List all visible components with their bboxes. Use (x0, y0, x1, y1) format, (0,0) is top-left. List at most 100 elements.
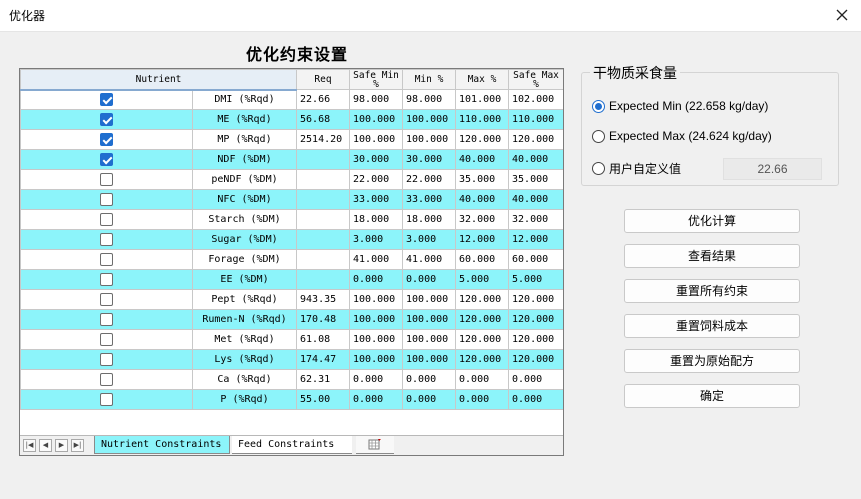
row-checkbox-cell[interactable] (20, 329, 193, 350)
nutrient-name-cell[interactable]: Rumen-N (%Rqd) (191, 309, 298, 330)
reset-constraints-button[interactable]: 重置所有约束 (624, 279, 800, 303)
req-cell[interactable]: 943.35 (296, 289, 351, 310)
min-cell[interactable]: 0.000 (402, 369, 457, 390)
nutrient-name-cell[interactable]: Forage (%DM) (191, 249, 298, 270)
nutrient-name-cell[interactable]: Lys (%Rqd) (191, 349, 298, 370)
optimize-button[interactable]: 优化计算 (624, 209, 800, 233)
safe-min-cell[interactable]: 100.000 (349, 109, 404, 130)
row-checkbox-cell[interactable] (20, 109, 193, 130)
row-checkbox[interactable] (100, 213, 113, 226)
max-cell[interactable]: 40.000 (455, 149, 510, 170)
max-cell[interactable]: 120.000 (455, 129, 510, 150)
row-checkbox[interactable] (100, 133, 113, 146)
max-cell[interactable]: 35.000 (455, 169, 510, 190)
safe-max-cell[interactable]: 120.000 (508, 289, 563, 310)
max-cell[interactable]: 120.000 (455, 329, 510, 350)
safe-max-cell[interactable]: 35.000 (508, 169, 563, 190)
safe-max-cell[interactable]: 40.000 (508, 189, 563, 210)
column-header-max[interactable]: Max % (455, 69, 510, 90)
safe-max-cell[interactable]: 0.000 (508, 369, 563, 390)
reset-original-button[interactable]: 重置为原始配方 (624, 349, 800, 373)
nutrient-name-cell[interactable]: P (%Rqd) (191, 389, 298, 410)
safe-min-cell[interactable]: 3.000 (349, 229, 404, 250)
safe-min-cell[interactable]: 41.000 (349, 249, 404, 270)
safe-max-cell[interactable]: 0.000 (508, 389, 563, 410)
req-cell[interactable]: 56.68 (296, 109, 351, 130)
safe-min-cell[interactable]: 100.000 (349, 329, 404, 350)
max-cell[interactable]: 5.000 (455, 269, 510, 290)
safe-min-cell[interactable]: 100.000 (349, 349, 404, 370)
table-row[interactable]: EE (%DM) 0.000 0.000 5.000 5.000 (20, 269, 563, 290)
nutrient-name-cell[interactable]: ME (%Rqd) (191, 109, 298, 130)
safe-max-cell[interactable]: 32.000 (508, 209, 563, 230)
req-cell[interactable]: 61.08 (296, 329, 351, 350)
add-sheet-tab[interactable] (356, 436, 394, 454)
nutrient-name-cell[interactable]: Met (%Rqd) (191, 329, 298, 350)
req-cell[interactable]: 174.47 (296, 349, 351, 370)
safe-max-cell[interactable]: 5.000 (508, 269, 563, 290)
safe-min-cell[interactable]: 18.000 (349, 209, 404, 230)
nutrient-name-cell[interactable]: Ca (%Rqd) (191, 369, 298, 390)
prev-sheet-icon[interactable]: ◀ (39, 439, 52, 452)
row-checkbox-cell[interactable] (20, 369, 193, 390)
min-cell[interactable]: 98.000 (402, 89, 457, 110)
safe-min-cell[interactable]: 0.000 (349, 269, 404, 290)
radio-expected-max[interactable]: Expected Max (24.624 kg/day) (592, 127, 772, 145)
row-checkbox[interactable] (100, 333, 113, 346)
row-checkbox[interactable] (100, 153, 113, 166)
row-checkbox-cell[interactable] (20, 209, 193, 230)
tab-feed-constraints[interactable]: Feed Constraints (232, 436, 352, 454)
ok-button[interactable]: 确定 (624, 384, 800, 408)
safe-max-cell[interactable]: 102.000 (508, 89, 563, 110)
min-cell[interactable]: 3.000 (402, 229, 457, 250)
tab-nutrient-constraints[interactable]: Nutrient Constraints (94, 436, 230, 454)
safe-min-cell[interactable]: 100.000 (349, 289, 404, 310)
nutrient-name-cell[interactable]: DMI (%Rqd) (191, 89, 298, 110)
min-cell[interactable]: 100.000 (402, 309, 457, 330)
req-cell[interactable] (296, 149, 351, 170)
row-checkbox-cell[interactable] (20, 89, 193, 110)
req-cell[interactable] (296, 229, 351, 250)
nutrient-constraints-grid[interactable]: Nutrient Req Safe Min % Min % Max % Safe… (19, 68, 564, 456)
safe-min-cell[interactable]: 0.000 (349, 389, 404, 410)
req-cell[interactable]: 55.00 (296, 389, 351, 410)
table-row[interactable]: NFC (%DM) 33.000 33.000 40.000 40.000 (20, 189, 563, 210)
last-sheet-icon[interactable]: ▶| (71, 439, 84, 452)
safe-max-cell[interactable]: 110.000 (508, 109, 563, 130)
table-row[interactable]: ME (%Rqd) 56.68 100.000 100.000 110.000 110.0… (20, 109, 563, 130)
row-checkbox-cell[interactable] (20, 229, 193, 250)
row-checkbox-cell[interactable] (20, 289, 193, 310)
req-cell[interactable] (296, 169, 351, 190)
safe-min-cell[interactable]: 100.000 (349, 309, 404, 330)
radio-custom-value[interactable]: 用户自定义值 (592, 159, 681, 177)
safe-min-cell[interactable]: 33.000 (349, 189, 404, 210)
row-checkbox[interactable] (100, 253, 113, 266)
row-checkbox[interactable] (100, 373, 113, 386)
row-checkbox[interactable] (100, 393, 113, 406)
nutrient-name-cell[interactable]: Sugar (%DM) (191, 229, 298, 250)
safe-min-cell[interactable]: 98.000 (349, 89, 404, 110)
req-cell[interactable] (296, 249, 351, 270)
nutrient-name-cell[interactable]: EE (%DM) (191, 269, 298, 290)
min-cell[interactable]: 100.000 (402, 289, 457, 310)
min-cell[interactable]: 33.000 (402, 189, 457, 210)
nutrient-name-cell[interactable]: Pept (%Rqd) (191, 289, 298, 310)
nutrient-name-cell[interactable]: MP (%Rqd) (191, 129, 298, 150)
min-cell[interactable]: 41.000 (402, 249, 457, 270)
nutrient-name-cell[interactable]: NFC (%DM) (191, 189, 298, 210)
min-cell[interactable]: 18.000 (402, 209, 457, 230)
safe-max-cell[interactable]: 120.000 (508, 309, 563, 330)
column-header-safe-max[interactable]: Safe Max % (508, 69, 563, 90)
view-results-button[interactable]: 查看结果 (624, 244, 800, 268)
min-cell[interactable]: 0.000 (402, 269, 457, 290)
safe-min-cell[interactable]: 30.000 (349, 149, 404, 170)
safe-min-cell[interactable]: 100.000 (349, 129, 404, 150)
table-row[interactable]: Lys (%Rqd) 174.47 100.000 100.000 120.000 120… (20, 349, 563, 370)
table-row[interactable]: Ca (%Rqd) 62.31 0.000 0.000 0.000 0.000 (20, 369, 563, 390)
custom-intake-input[interactable]: 22.66 (723, 158, 822, 180)
table-row[interactable]: P (%Rqd) 55.00 0.000 0.000 0.000 0.000 (20, 389, 563, 410)
table-row[interactable]: Met (%Rqd) 61.08 100.000 100.000 120.000 120.… (20, 329, 563, 350)
radio-expected-min[interactable]: Expected Min (22.658 kg/day) (592, 97, 768, 115)
max-cell[interactable]: 0.000 (455, 389, 510, 410)
column-header-nutrient[interactable]: Nutrient (20, 69, 298, 91)
